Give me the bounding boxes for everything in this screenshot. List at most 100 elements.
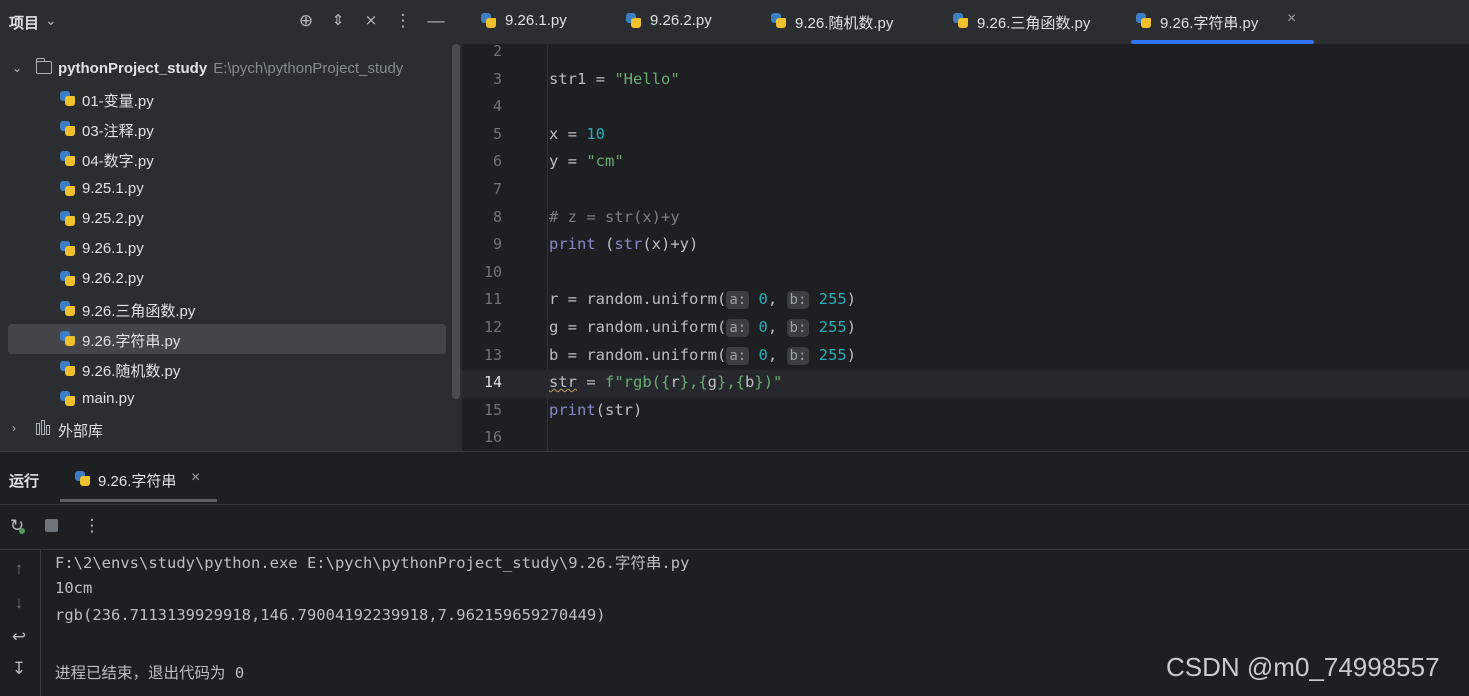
editor-tab-label: 9.26.2.py (650, 12, 712, 29)
tab-underline (60, 499, 217, 502)
code-line[interactable]: 15 print(str) (462, 398, 1469, 426)
tree-file-item[interactable]: 03-注释.py (8, 114, 446, 144)
code-token: str1 = (549, 69, 615, 88)
code-token: x = (549, 124, 587, 143)
code-text: y = "cm" (549, 152, 624, 170)
code-token: y = (549, 152, 587, 171)
line-number: 5 (492, 124, 502, 143)
code-line[interactable]: 8 # z = str(x)+y (462, 205, 1469, 233)
minimize-icon[interactable]: — (425, 10, 447, 32)
arrow-down-icon[interactable]: ↓ (8, 593, 30, 613)
tree-external-libraries[interactable]: › 外部库 (8, 414, 446, 444)
tree-file-item[interactable]: 01-变量.py (8, 84, 446, 114)
code-line[interactable]: 11 r = random.uniform(a: 0, b: 255) (462, 287, 1469, 315)
tree-file-item[interactable]: 9.26.随机数.py (8, 354, 446, 384)
python-file-icon (1135, 12, 1153, 30)
python-file-icon (625, 12, 643, 30)
python-file-icon (59, 270, 77, 288)
tree-file-item[interactable]: 9.26.三角函数.py (8, 294, 446, 324)
console-line: 进程已结束，退出代码为 0 (55, 664, 245, 682)
code-line[interactable]: 2 (462, 45, 1469, 67)
soft-wrap-icon[interactable]: ↩ (8, 627, 30, 647)
line-number: 6 (492, 152, 502, 171)
code-line[interactable]: 16 (462, 425, 1469, 451)
parameter-hint: a: (726, 291, 750, 310)
chevron-down-icon[interactable]: ⌄ (12, 61, 22, 75)
code-line[interactable]: 7 (462, 177, 1469, 205)
tree-file-item[interactable]: 9.26.2.py (8, 264, 446, 294)
expand-collapse-icon[interactable]: ⇕ (327, 10, 349, 32)
python-file-icon (59, 300, 77, 318)
line-number: 12 (483, 318, 502, 336)
code-token: print (549, 400, 596, 419)
rerun-icon[interactable]: ↻ (6, 515, 28, 537)
code-line[interactable]: 6 y = "cm" (462, 149, 1469, 177)
code-line[interactable]: 14 str = f"rgb({r},{g},{b})" (462, 370, 1469, 399)
python-file-icon (59, 360, 77, 378)
tree-file-label: 9.25.2.py (82, 210, 144, 227)
code-token: ( (595, 235, 615, 254)
stop-icon[interactable] (40, 515, 62, 537)
code-token: (x)+y) (642, 235, 699, 254)
close-icon[interactable]: × (1287, 10, 1296, 28)
code-line[interactable]: 5 x = 10 (462, 122, 1469, 150)
console-side-toolbar: ↑ ↓ ↩ ↧ (0, 549, 41, 696)
tree-file-item[interactable]: 9.26.1.py (8, 234, 446, 264)
python-file-icon (770, 12, 788, 30)
editor-tab-label: 9.26.随机数.py (795, 15, 894, 32)
run-tab-label: 9.26.字符串 (98, 473, 177, 490)
line-number: 11 (483, 290, 502, 309)
project-title[interactable]: 项目 (9, 12, 39, 33)
chevron-down-icon[interactable]: ⌄ (45, 12, 57, 29)
code-text: str = f"rgb({r},{g},{b})" (549, 373, 782, 391)
chevron-right-icon[interactable]: › (12, 421, 16, 435)
code-text: print (str(x)+y) (549, 235, 698, 253)
code-line[interactable]: 12 g = random.uniform(a: 0, b: 255) (462, 315, 1469, 343)
folder-icon (35, 58, 52, 74)
scrollbar[interactable] (452, 44, 460, 399)
editor-tab[interactable]: 9.26.字符串.py × (1131, 0, 1314, 44)
tree-file-item[interactable]: 9.25.2.py (8, 204, 446, 234)
code-token: b = random.uniform( (549, 345, 727, 364)
tree-file-label: 9.26.随机数.py (82, 363, 181, 380)
code-token: },{ (717, 373, 746, 392)
editor-tab[interactable]: 9.26.三角函数.py (948, 0, 1108, 44)
parameter-hint: b: (786, 319, 810, 337)
close-icon[interactable]: × (191, 469, 200, 487)
tree-file-label: 9.25.1.py (82, 180, 144, 197)
line-number: 7 (492, 180, 502, 198)
code-line[interactable]: 13 b = random.uniform(a: 0, b: 255) (462, 343, 1469, 371)
scroll-to-end-icon[interactable]: ↧ (8, 659, 30, 679)
code-line[interactable]: 9 print (str(x)+y) (462, 232, 1469, 260)
editor-tab[interactable]: 9.26.随机数.py (766, 0, 926, 44)
parameter-hint: a: (726, 346, 750, 365)
target-icon[interactable]: ⊕ (295, 10, 317, 32)
more-icon[interactable]: ⋮ (81, 515, 103, 537)
tree-root-folder[interactable]: ⌄ pythonProject_study E:\pych\pythonProje… (8, 54, 446, 84)
line-number: 16 (483, 428, 502, 447)
line-number: 15 (483, 400, 502, 419)
tree-file-item[interactable]: 9.25.1.py (8, 174, 446, 204)
tree-file-item[interactable]: 04-数字.py (8, 144, 446, 174)
tree-file-item[interactable]: main.py (8, 384, 446, 414)
code-line[interactable]: 3 str1 = "Hello" (462, 67, 1469, 95)
collapse-all-icon[interactable]: ⨯ (360, 10, 382, 32)
python-file-icon (59, 180, 77, 198)
arrow-up-icon[interactable]: ↑ (8, 559, 30, 579)
tree-file-item[interactable]: 9.26.字符串.py (8, 324, 446, 354)
run-config-tab[interactable]: 9.26.字符串 × (60, 460, 217, 502)
editor-tab[interactable]: 9.26.1.py (476, 0, 608, 44)
code-line[interactable]: 4 (462, 94, 1469, 122)
code-editor[interactable]: 2 3 str1 = "Hello" 4 5 x = 10 6 y = "cm" 7 8 # z =… (462, 45, 1469, 451)
python-file-icon (59, 90, 77, 108)
code-token: # z = str(x)+y (549, 207, 680, 226)
tree-file-label: 9.26.2.py (82, 270, 144, 287)
code-token: (str) (595, 400, 643, 419)
editor-tab[interactable]: 9.26.2.py (621, 0, 753, 44)
more-icon[interactable]: ⋮ (392, 10, 414, 32)
code-line[interactable]: 10 (462, 260, 1469, 288)
python-file-icon (480, 12, 498, 30)
